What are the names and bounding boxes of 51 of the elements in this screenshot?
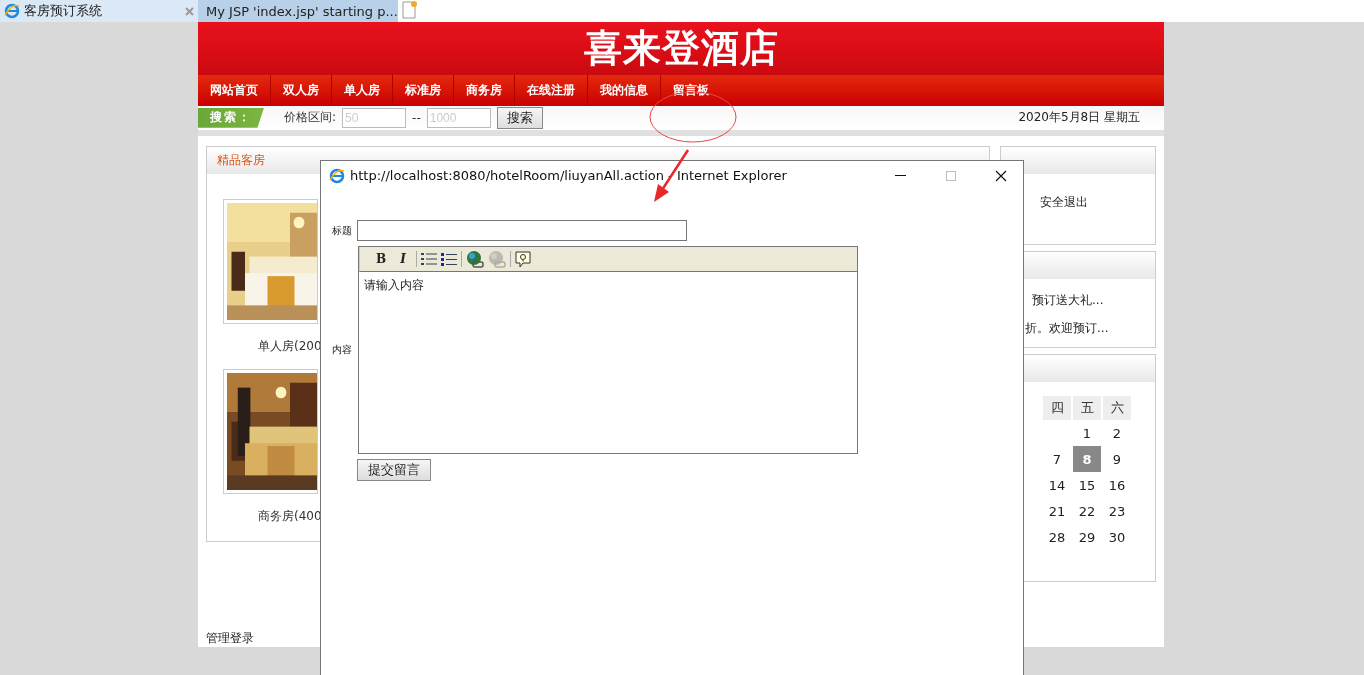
nav-link[interactable]: 双人房: [271, 74, 332, 106]
italic-button[interactable]: I: [394, 252, 412, 266]
help-icon[interactable]: [515, 250, 531, 268]
search-button[interactable]: 搜索: [496, 106, 543, 129]
content-label: 内容: [332, 343, 352, 357]
calendar-day[interactable]: 15: [1073, 472, 1101, 498]
title-field[interactable]: [357, 220, 687, 241]
date-text: 2020年5月8日 星期五: [1018, 109, 1140, 127]
title-label: 标题: [332, 223, 352, 238]
close-icon[interactable]: [994, 169, 1007, 182]
weekday-header: 四: [1043, 396, 1071, 420]
browser-icon: [329, 167, 345, 184]
calendar-day[interactable]: 28: [1043, 524, 1071, 550]
weekday-header: 五: [1073, 396, 1101, 420]
nav-link[interactable]: 单人房: [332, 74, 393, 106]
browser-tab[interactable]: My JSP 'index.jsp' starting p...: [198, 0, 398, 22]
weekday-header: 六: [1103, 396, 1131, 420]
nav-link[interactable]: 我的信息: [588, 74, 661, 106]
calendar-day[interactable]: 14: [1043, 472, 1071, 498]
nav-link[interactable]: 留言板: [661, 74, 721, 106]
nav-link[interactable]: 网站首页: [198, 74, 271, 106]
search-label: 搜索：: [198, 107, 264, 128]
range-separator: --: [412, 110, 421, 125]
calendar-day[interactable]: 8: [1073, 446, 1101, 472]
logout-link[interactable]: 安全退出: [1040, 194, 1155, 211]
calendar-day[interactable]: 21: [1043, 498, 1071, 524]
nav-link[interactable]: 商务房: [454, 74, 515, 106]
minimize-icon[interactable]: [895, 174, 906, 177]
globe-link-icon[interactable]: [466, 250, 484, 268]
calendar-day[interactable]: 22: [1073, 498, 1101, 524]
nav-link[interactable]: 在线注册: [515, 74, 588, 106]
price-label: 价格区间:: [284, 109, 337, 127]
browser-icon: [4, 3, 20, 19]
hotel-title: 喜来登酒店: [583, 24, 779, 72]
numbered-list-icon[interactable]: [421, 252, 437, 266]
submit-button[interactable]: 提交留言: [357, 459, 431, 481]
nav-link[interactable]: 标准房: [393, 74, 454, 106]
calendar-day[interactable]: 23: [1103, 498, 1131, 524]
calendar-day[interactable]: 7: [1043, 446, 1071, 472]
calendar-day[interactable]: 29: [1073, 524, 1101, 550]
calendar-day[interactable]: 1: [1073, 420, 1101, 446]
bold-button[interactable]: B: [372, 252, 390, 266]
calendar-day[interactable]: 9: [1103, 446, 1131, 472]
content-editor-field[interactable]: 请输入内容: [359, 272, 857, 453]
card-title: 精品客房: [217, 152, 265, 169]
calendar-day[interactable]: 16: [1103, 472, 1131, 498]
calendar-day[interactable]: 2: [1103, 420, 1131, 446]
bullet-list-icon[interactable]: [441, 252, 457, 266]
calendar-day[interactable]: 30: [1103, 524, 1131, 550]
browser-tab[interactable]: 客房预订系统: [0, 0, 198, 22]
window-title: http://localhost:8080/hotelRoom/liuyanAll.action - Internet Explorer: [350, 168, 788, 183]
